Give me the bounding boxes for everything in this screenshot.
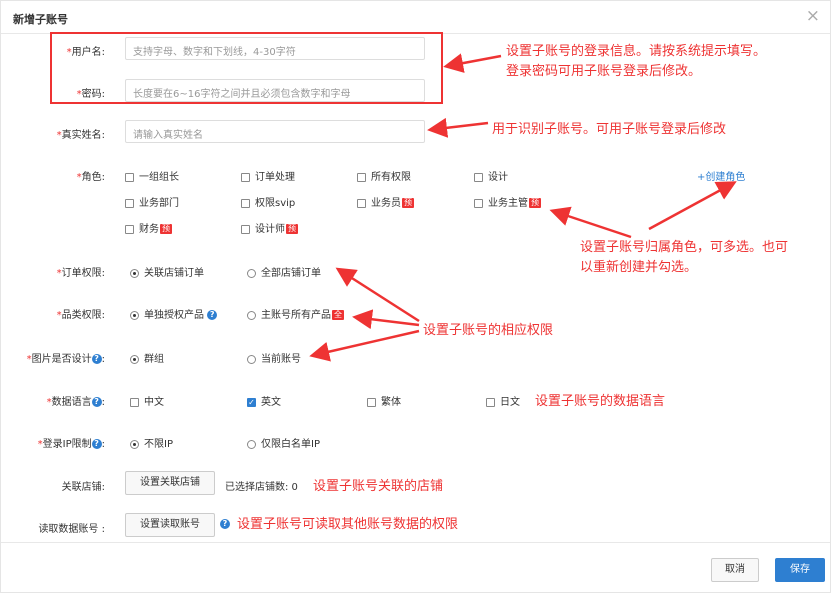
annotation-arrows — [309, 53, 737, 362]
add-subaccount-dialog: 新增子账号 × *用户名: 支持字母、数字和下划线，4-30字符 *密码: 长度… — [0, 0, 831, 593]
